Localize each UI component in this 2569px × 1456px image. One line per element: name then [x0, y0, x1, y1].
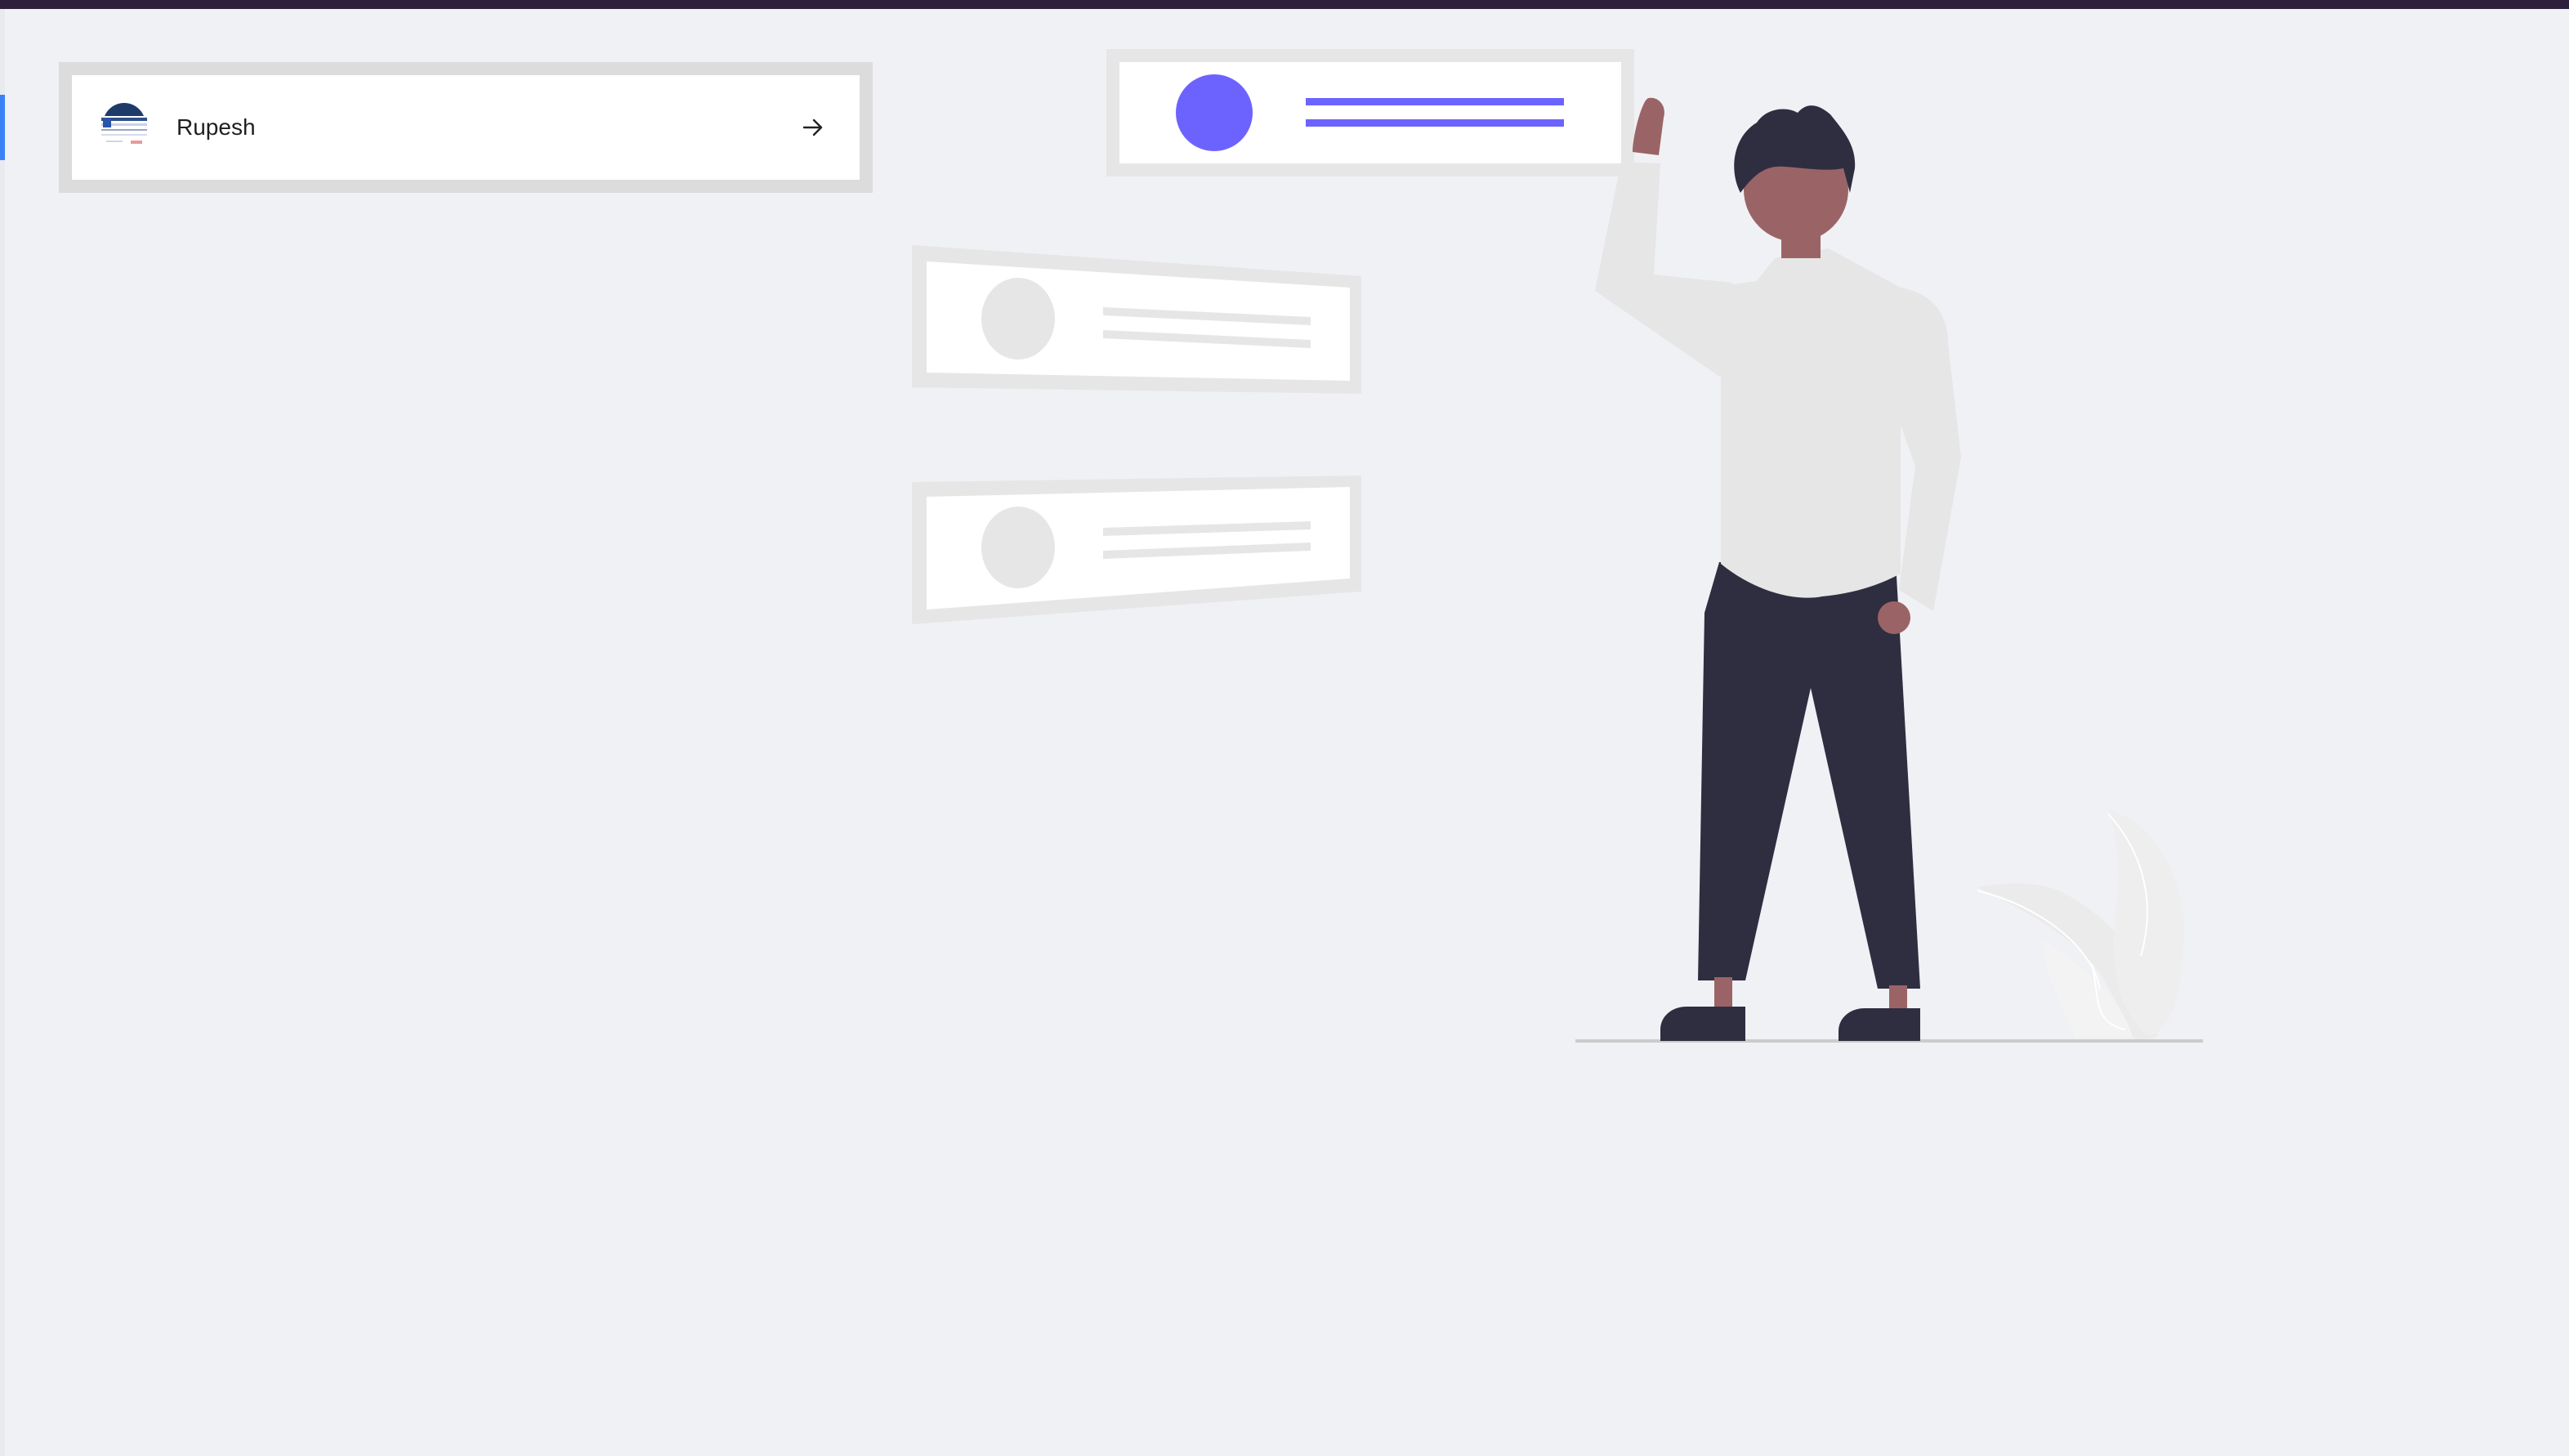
selection-indicator	[0, 95, 5, 160]
empty-state-illustration	[912, 49, 2203, 1043]
illustration-card-highlighted	[1106, 49, 1634, 176]
left-rail	[0, 9, 5, 1456]
illustration-card-tilted-2	[912, 476, 1361, 624]
account-list: Rupesh	[59, 62, 873, 193]
illustration-card-tilted-1	[912, 245, 1361, 394]
account-avatar	[98, 101, 150, 154]
account-name: Rupesh	[176, 114, 256, 140]
top-bar	[0, 0, 2569, 9]
illustration-person	[1595, 97, 1961, 1041]
account-item[interactable]: Rupesh	[72, 75, 860, 180]
illustration-plant	[1977, 809, 2185, 1042]
arrow-right-icon[interactable]	[799, 114, 827, 141]
